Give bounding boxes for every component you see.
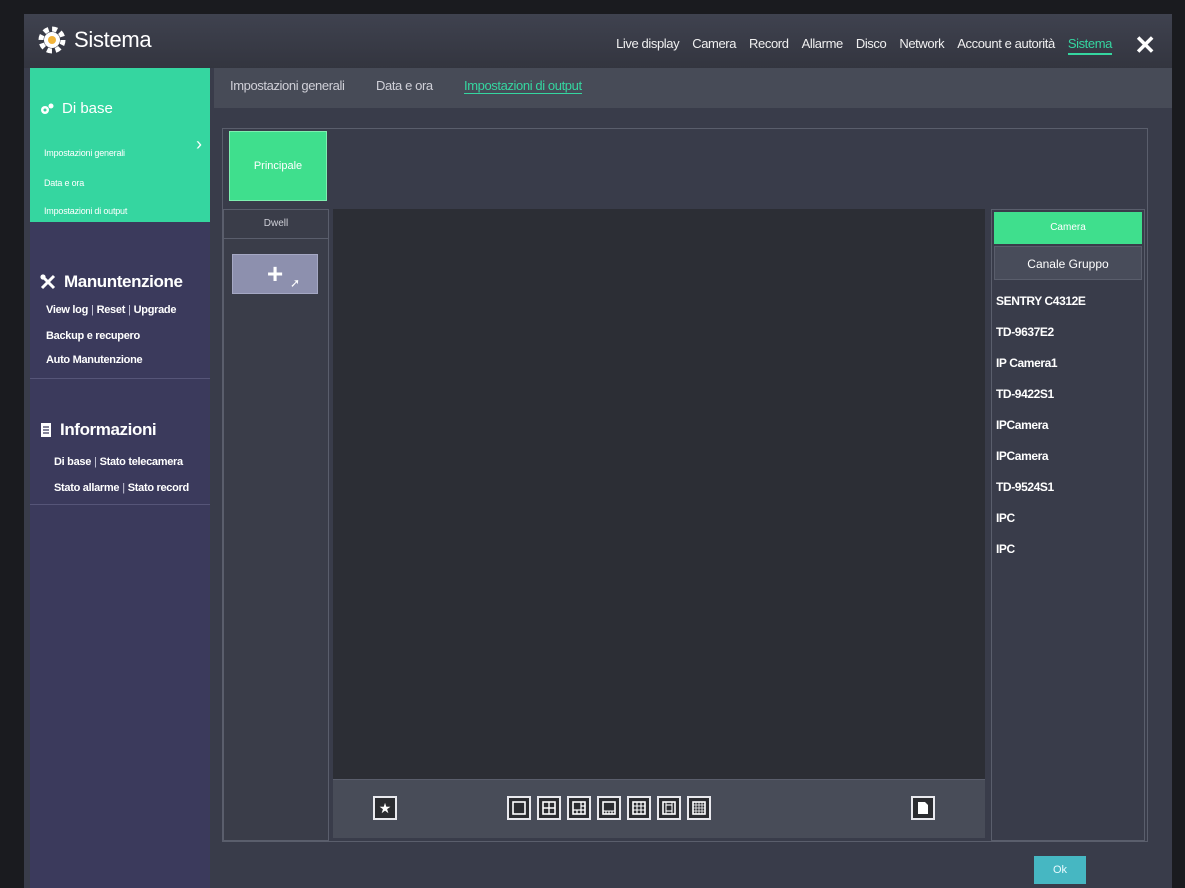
gears-icon — [41, 103, 54, 114]
layout-toolbar: ★ — [333, 779, 985, 838]
sidebar-item-impostazioni-output[interactable]: Impostazioni di output — [44, 206, 127, 216]
nav-live-display[interactable]: Live display — [616, 36, 680, 55]
alarm-status-link[interactable]: Stato allarme — [54, 482, 119, 494]
auto-maintenance-link[interactable]: Auto Manutenzione — [46, 354, 143, 366]
layout-1-icon[interactable] — [507, 796, 531, 820]
camera-item[interactable]: TD-9524S1 — [996, 472, 1136, 503]
tab-data-e-ora[interactable]: Data e ora — [376, 78, 433, 93]
nav-allarme[interactable]: Allarme — [802, 36, 844, 55]
star-icon[interactable]: ★ — [373, 796, 397, 820]
gear-icon — [38, 26, 66, 54]
top-header: Sistema Live display Camera Record Allar… — [24, 14, 1172, 68]
dwell-column: Dwell + ➚ — [223, 209, 329, 841]
tools-icon — [40, 274, 56, 290]
nav-network[interactable]: Network — [899, 36, 944, 55]
backup-link[interactable]: Backup e recupero — [46, 330, 140, 342]
sidebar-item-data-e-ora[interactable]: Data e ora — [44, 178, 84, 188]
record-status-link[interactable]: Stato record — [128, 482, 190, 494]
nav-disco[interactable]: Disco — [856, 36, 887, 55]
maintenance-links: View log | Reset | Upgrade — [46, 304, 177, 316]
main-nav: Live display Camera Record Allarme Disco… — [603, 36, 1112, 55]
camera-status-link[interactable]: Stato telecamera — [100, 456, 184, 468]
dvr-screen: Sistema Live display Camera Record Allar… — [24, 14, 1172, 888]
sub-tabs: Impostazioni generali Data e ora Imposta… — [214, 68, 1172, 108]
tab-impostazioni-output[interactable]: Impostazioni di output — [464, 78, 582, 94]
camera-item[interactable]: IP Camera1 — [996, 348, 1136, 379]
sidebar-section-base: Di base Impostazioni generali Data e ora… — [30, 68, 210, 222]
nav-camera[interactable]: Camera — [692, 36, 736, 55]
camera-item[interactable]: TD-9422S1 — [996, 379, 1136, 410]
camera-item[interactable]: TD-9637E2 — [996, 317, 1136, 348]
app-title: Sistema — [74, 27, 152, 52]
chevron-right-icon: › — [196, 134, 202, 154]
camera-item[interactable]: IPCamera — [996, 410, 1136, 441]
view-log-link[interactable]: View log — [46, 304, 88, 316]
layout-8-icon[interactable] — [597, 796, 621, 820]
sidebar-maintenance-title: Manuntenzione — [64, 272, 183, 291]
sidebar: Di base Impostazioni generali Data e ora… — [30, 68, 210, 888]
upgrade-link[interactable]: Upgrade — [134, 304, 177, 316]
layout-6-icon[interactable] — [567, 796, 591, 820]
camera-list: SENTRY C4312E TD-9637E2 IP Camera1 TD-94… — [996, 286, 1136, 565]
camera-item[interactable]: IPC — [996, 534, 1136, 565]
info-base-link[interactable]: Di base — [54, 456, 91, 468]
tab-impostazioni-generali[interactable]: Impostazioni generali — [230, 78, 345, 93]
document-icon — [41, 423, 51, 437]
sidebar-base-title: Di base — [62, 100, 113, 117]
plus-icon: + — [266, 258, 284, 289]
tab-camera[interactable]: Camera — [994, 212, 1142, 244]
info-links-row1: Di base | Stato telecamera — [54, 456, 183, 468]
camera-item[interactable]: IPC — [996, 503, 1136, 534]
info-links-row2: Stato allarme | Stato record — [54, 482, 189, 494]
layout-13-icon[interactable] — [657, 796, 681, 820]
camera-item[interactable]: SENTRY C4312E — [996, 286, 1136, 317]
sidebar-info-title: Informazioni — [60, 420, 157, 439]
ok-button[interactable]: Ok — [1034, 856, 1086, 884]
layout-9-icon[interactable] — [627, 796, 651, 820]
nav-sistema[interactable]: Sistema — [1067, 36, 1112, 55]
add-dwell-button[interactable]: + — [232, 254, 318, 294]
clear-icon[interactable] — [911, 796, 935, 820]
sidebar-info-header[interactable]: Informazioni — [40, 420, 157, 440]
sidebar-maintenance-header[interactable]: Manuntenzione — [40, 272, 183, 292]
sidebar-section-info: Informazioni Di base | Stato telecamera St… — [30, 380, 210, 505]
sidebar-section-maintenance: Manuntenzione View log | Reset | Upgrade Bac… — [30, 222, 210, 379]
camera-list-panel: Camera Canale Gruppo SENTRY C4312E TD-96… — [991, 209, 1145, 841]
dwell-header: Dwell — [224, 210, 328, 239]
close-icon[interactable]: ✕ — [1134, 30, 1156, 61]
logo: Sistema — [38, 26, 152, 54]
nav-record[interactable]: Record — [749, 36, 789, 55]
layout-4-icon[interactable] — [537, 796, 561, 820]
layout-16-icon[interactable] — [687, 796, 711, 820]
sidebar-item-impostazioni-generali[interactable]: Impostazioni generali — [44, 148, 125, 158]
principale-button[interactable]: Principale — [229, 131, 327, 201]
preview-area[interactable] — [333, 209, 985, 779]
sidebar-base-header[interactable]: Di base — [40, 100, 113, 117]
output-settings-panel: Principale Dwell + ➚ ★ Camera Canale Gru… — [222, 128, 1148, 842]
mouse-pointer-icon: ➚ — [290, 276, 301, 290]
camera-item[interactable]: IPCamera — [996, 441, 1136, 472]
reset-link[interactable]: Reset — [97, 304, 126, 316]
nav-account[interactable]: Account e autorità — [957, 36, 1055, 55]
tab-canale-gruppo[interactable]: Canale Gruppo — [994, 246, 1142, 280]
